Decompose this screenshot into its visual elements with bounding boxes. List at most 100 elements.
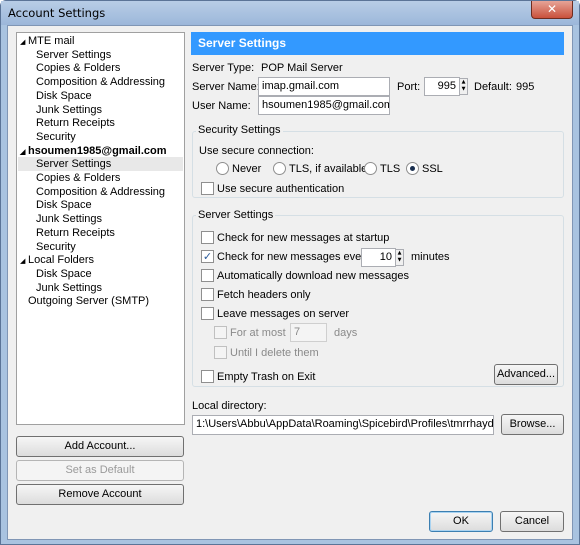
tree-item[interactable]: Disk Space <box>18 267 183 281</box>
local-directory-input[interactable]: 1:\Users\Abbu\AppData\Roaming\Spicebird\… <box>192 415 494 435</box>
radio-tls-if-available[interactable] <box>273 162 286 175</box>
local-directory-label: Local directory: <box>192 400 267 412</box>
dialog-client: ◢ MTE mail Server Settings Copies & Folders… <box>7 25 573 540</box>
tree-item-label: Server Settings <box>36 158 112 171</box>
check-every-minutes-input[interactable]: 10 <box>361 248 396 267</box>
server-name-input[interactable]: imap.gmail.com <box>258 77 390 96</box>
check-startup-label[interactable]: Check for new messages at startup <box>217 232 389 244</box>
tree-item-label: Return Receipts <box>36 226 115 239</box>
tree-item[interactable]: ◢ MTE mail <box>18 34 183 48</box>
server-type-label: Server Type: <box>192 62 255 74</box>
tree-item-label: Copies & Folders <box>36 172 121 184</box>
tree-item[interactable]: Composition & Addressing <box>18 185 183 199</box>
account-tree[interactable]: ◢ MTE mail Server Settings Copies & Folders… <box>16 32 185 425</box>
server-name-label: Server Name: <box>192 81 260 93</box>
fetch-headers-checkbox[interactable] <box>201 288 214 301</box>
port-label: Port: <box>397 81 421 93</box>
browse-button[interactable]: Browse... <box>501 414 564 435</box>
tree-item-label: Security <box>36 240 76 253</box>
tree-item[interactable]: Composition & Addressing <box>18 75 183 89</box>
check-startup-checkbox[interactable] <box>201 231 214 244</box>
tree-item[interactable]: Security <box>18 240 183 254</box>
secure-auth-label[interactable]: Use secure authentication <box>217 183 344 195</box>
tree-item[interactable]: Disk Space <box>18 89 183 103</box>
tree-item-label: Disk Space <box>36 199 92 212</box>
empty-trash-checkbox[interactable] <box>201 370 214 383</box>
secure-auth-checkbox[interactable] <box>201 182 214 195</box>
default-port-label: Default: <box>474 81 512 93</box>
add-account-button[interactable]: Add Account... <box>16 436 184 457</box>
tree-item-label: Junk Settings <box>36 281 103 294</box>
remove-account-button[interactable]: Remove Account <box>16 484 184 505</box>
tree-item-label: MTE mail <box>28 35 75 47</box>
panel-header: Server Settings <box>191 32 564 55</box>
tree-item[interactable]: Security <box>18 130 183 144</box>
check-every-checkbox[interactable]: ✓ <box>201 250 214 263</box>
tree-item[interactable]: Copies & Folders <box>18 61 183 75</box>
tree-item-label: Composition & Addressing <box>36 76 166 89</box>
radio-tls[interactable] <box>364 162 377 175</box>
radio-tls-if-available-label[interactable]: TLS, if available <box>289 163 367 175</box>
radio-never-label[interactable]: Never <box>232 163 261 175</box>
radio-tls-label[interactable]: TLS <box>380 163 400 175</box>
radio-ssl-label[interactable]: SSL <box>422 163 443 175</box>
ok-button[interactable]: OK <box>429 511 493 532</box>
for-at-most-checkbox[interactable] <box>214 326 227 339</box>
tree-item[interactable]: Junk Settings <box>18 103 183 117</box>
tree-item[interactable]: Copies & Folders <box>18 171 183 185</box>
leave-on-server-label[interactable]: Leave messages on server <box>217 308 349 320</box>
tree-item[interactable]: Return Receipts <box>18 116 183 130</box>
tree-item[interactable]: Junk Settings <box>18 212 183 226</box>
advanced-button[interactable]: Advanced... <box>494 364 558 385</box>
tree-item-label: Copies & Folders <box>36 62 121 75</box>
port-spinner[interactable]: ▲ ▼ <box>459 78 468 95</box>
set-as-default-button[interactable]: Set as Default <box>16 460 184 481</box>
close-button[interactable]: ✕ <box>531 1 573 19</box>
tree-item-label: Disk Space <box>36 89 92 102</box>
radio-never[interactable] <box>216 162 229 175</box>
tree-item[interactable]: ◢ hsoumen1985@gmail.com <box>18 144 183 158</box>
tree-item[interactable]: Junk Settings <box>18 281 183 295</box>
user-name-label: User Name: <box>192 100 251 112</box>
tree-item-label: hsoumen1985@gmail.com <box>28 144 167 157</box>
tree-item[interactable]: Server Settings <box>18 48 183 62</box>
check-every-spinner[interactable]: ▲ ▼ <box>395 249 404 266</box>
for-at-most-days-input[interactable]: 7 <box>290 323 327 342</box>
server-settings-group-title: Server Settings <box>196 209 276 221</box>
days-label: days <box>334 327 358 339</box>
tree-item-label: Security <box>36 130 76 143</box>
empty-trash-label[interactable]: Empty Trash on Exit <box>217 371 315 383</box>
tree-item-label: Local Folders <box>28 254 95 267</box>
tree-item-label: Composition & Addressing <box>36 185 166 198</box>
tree-item[interactable]: ◢ Local Folders <box>18 253 183 267</box>
port-input[interactable]: 995 <box>424 77 460 96</box>
tree-item-label: Return Receipts <box>36 117 115 130</box>
tree-item-label: Outgoing Server (SMTP) <box>28 295 150 308</box>
tree-item-label: Server Settings <box>36 48 112 61</box>
security-settings-title: Security Settings <box>196 124 283 136</box>
user-name-input[interactable]: hsoumen1985@gmail.com <box>258 96 390 115</box>
tree-item-label: Junk Settings <box>36 213 103 226</box>
until-delete-checkbox[interactable] <box>214 346 227 359</box>
window-title: Account Settings <box>8 6 106 20</box>
radio-ssl[interactable] <box>406 162 419 175</box>
cancel-button[interactable]: Cancel <box>500 511 564 532</box>
minutes-label: minutes <box>411 251 450 263</box>
until-delete-label[interactable]: Until I delete them <box>230 347 319 359</box>
account-settings-window: Account Settings ✕ ◢ MTE mail Server Setti… <box>0 0 580 545</box>
leave-on-server-checkbox[interactable] <box>201 307 214 320</box>
tree-item[interactable]: Outgoing Server (SMTP) <box>18 294 183 308</box>
default-port-value: 995 <box>516 81 535 93</box>
tree-item-label: Junk Settings <box>36 103 103 116</box>
tree-item[interactable]: Disk Space <box>18 198 183 212</box>
tree-item[interactable]: Return Receipts <box>18 226 183 240</box>
auto-download-checkbox[interactable] <box>201 269 214 282</box>
title-bar[interactable]: Account Settings ✕ <box>1 1 579 25</box>
use-secure-connection-label: Use secure connection: <box>199 145 314 157</box>
auto-download-label[interactable]: Automatically download new messages <box>217 270 409 282</box>
tree-item[interactable]: Server Settings <box>18 157 183 172</box>
fetch-headers-label[interactable]: Fetch headers only <box>217 289 311 301</box>
tree-item-label: Disk Space <box>36 267 92 280</box>
for-at-most-label[interactable]: For at most <box>230 327 286 339</box>
check-every-label[interactable]: Check for new messages every <box>217 251 370 263</box>
